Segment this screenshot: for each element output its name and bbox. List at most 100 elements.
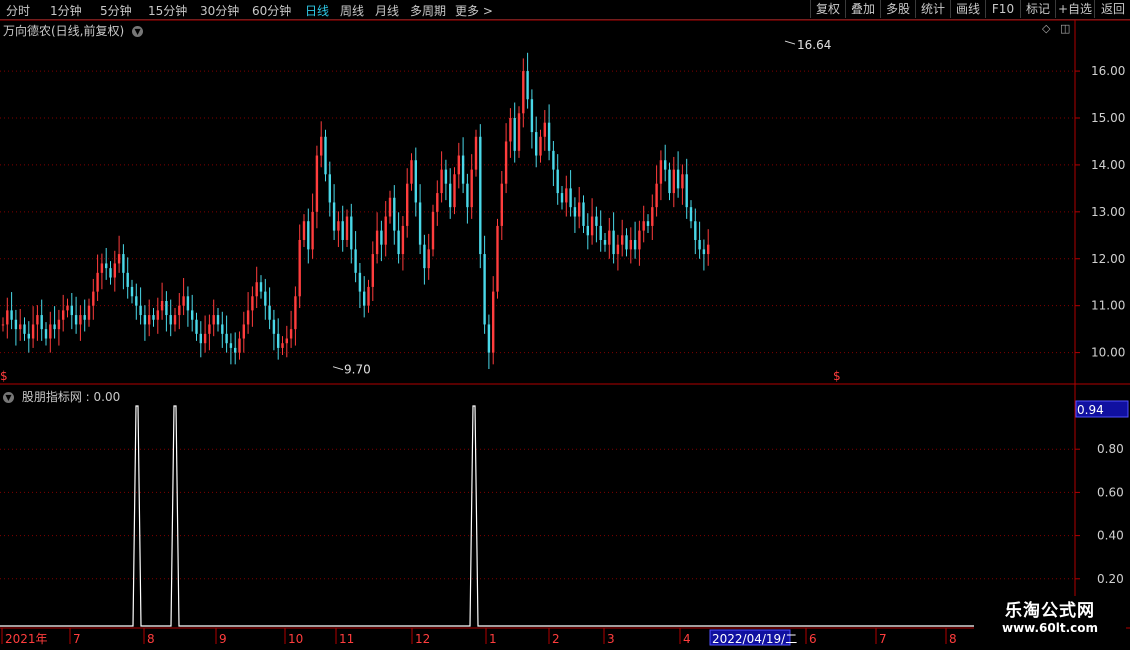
- candle-body: [66, 305, 69, 311]
- candle-body: [298, 239, 301, 297]
- candle-body: [380, 230, 383, 245]
- candle-body: [57, 319, 61, 330]
- candle-body: [582, 202, 585, 226]
- candle-body: [638, 230, 641, 250]
- candle-body: [651, 207, 654, 226]
- candle-body: [96, 272, 99, 292]
- candle-body: [238, 338, 241, 353]
- candle-body: [234, 347, 237, 353]
- stock-title: 万向德农(日线,前复权): [3, 24, 125, 38]
- candle-body: [595, 216, 598, 226]
- candle-body: [122, 254, 125, 273]
- candle-body: [186, 296, 190, 311]
- candle-body: [496, 225, 499, 292]
- date-label: 1: [489, 632, 497, 646]
- candle-body: [203, 333, 207, 344]
- candle-body: [457, 155, 460, 175]
- candle-body: [139, 305, 142, 316]
- candle-body: [31, 324, 35, 339]
- watermark-line2: www.60lt.com: [1001, 621, 1099, 635]
- candle-body: [664, 160, 667, 170]
- price-tick-label: 12.00: [1091, 252, 1125, 266]
- candle-body: [406, 183, 409, 226]
- candle-body: [672, 169, 675, 194]
- candle-body: [320, 136, 323, 156]
- candle-body: [40, 315, 43, 330]
- candle-body: [698, 239, 701, 250]
- indicator-line: [0, 405, 1075, 627]
- date-label: 8: [949, 632, 957, 646]
- candle-body: [135, 296, 138, 306]
- candle-body: [148, 315, 151, 325]
- candle-body: [685, 174, 688, 208]
- candle-body: [126, 272, 129, 287]
- candle-body: [307, 221, 310, 250]
- candle-body: [14, 319, 18, 330]
- candle-body: [466, 183, 469, 208]
- candle-body: [646, 221, 650, 226]
- candle-body: [543, 122, 546, 137]
- candle-body: [517, 113, 521, 151]
- date-label: 8: [147, 632, 155, 646]
- watermark: 乐淘公式网 www.60lt.com: [974, 596, 1126, 642]
- candle-body: [109, 268, 112, 278]
- date-cursor-label: 2022/04/19/二: [712, 632, 797, 646]
- price-tick-label: 11.00: [1091, 299, 1125, 313]
- candle-body: [388, 197, 392, 217]
- chevron-down-icon[interactable]: ▼: [3, 392, 14, 403]
- chevron-down-icon[interactable]: ▼: [132, 26, 144, 37]
- event-marker: $: [0, 369, 8, 383]
- candle-body: [500, 183, 503, 226]
- candle-body: [702, 249, 706, 255]
- candle-body: [130, 286, 134, 297]
- candle-body: [694, 221, 697, 240]
- candle-body: [44, 329, 48, 339]
- candle-body: [79, 315, 82, 325]
- candle-body: [6, 310, 9, 325]
- candle-body: [487, 324, 491, 353]
- candle-body: [302, 221, 306, 240]
- indicator-tick-label: 0.20: [1097, 572, 1124, 586]
- candle-body: [221, 324, 224, 334]
- diamond-icon[interactable]: ◇: [1042, 22, 1050, 35]
- candle-body: [225, 333, 228, 344]
- candle-body: [53, 324, 56, 330]
- candle-body: [423, 244, 426, 269]
- candle-body: [384, 216, 387, 245]
- candle-body: [410, 160, 413, 184]
- candle-body: [578, 202, 581, 217]
- candle-body: [62, 310, 65, 320]
- candle-body: [436, 193, 439, 212]
- event-marker: $: [833, 369, 841, 383]
- candle-body: [156, 310, 159, 320]
- candle-body: [173, 315, 177, 325]
- candle-body: [418, 202, 422, 245]
- kline-chart[interactable]: 16.00 15.00 14.00 13.00 12.00 11.00 10.00 16.64…: [0, 0, 1130, 650]
- candle-body: [117, 254, 121, 264]
- date-label: 3: [607, 632, 615, 646]
- candle-body: [350, 216, 353, 250]
- candle-body: [642, 221, 645, 231]
- candle-body: [113, 263, 116, 278]
- candle-body: [633, 239, 637, 250]
- candle-body: [246, 310, 250, 325]
- candle-body: [461, 155, 465, 184]
- candle-body: [178, 305, 181, 316]
- candle-body: [100, 263, 104, 273]
- candle-body: [401, 225, 405, 255]
- candle-body: [208, 324, 211, 334]
- date-label: 9: [219, 632, 227, 646]
- candle-body: [431, 211, 435, 250]
- price-tick-label: 10.00: [1091, 346, 1125, 360]
- panel-toggle-icon[interactable]: ◫: [1060, 22, 1070, 35]
- candle-body: [191, 310, 194, 320]
- indicator-current-value: 0.94: [1077, 403, 1104, 417]
- indicator-tick-label: 0.60: [1097, 485, 1124, 499]
- candle-body: [216, 315, 220, 325]
- candle-body: [354, 249, 357, 273]
- candle-body: [569, 188, 572, 208]
- candle-body: [259, 282, 263, 292]
- candle-body: [212, 315, 215, 325]
- candle-body: [689, 207, 693, 222]
- candle-body: [251, 296, 254, 311]
